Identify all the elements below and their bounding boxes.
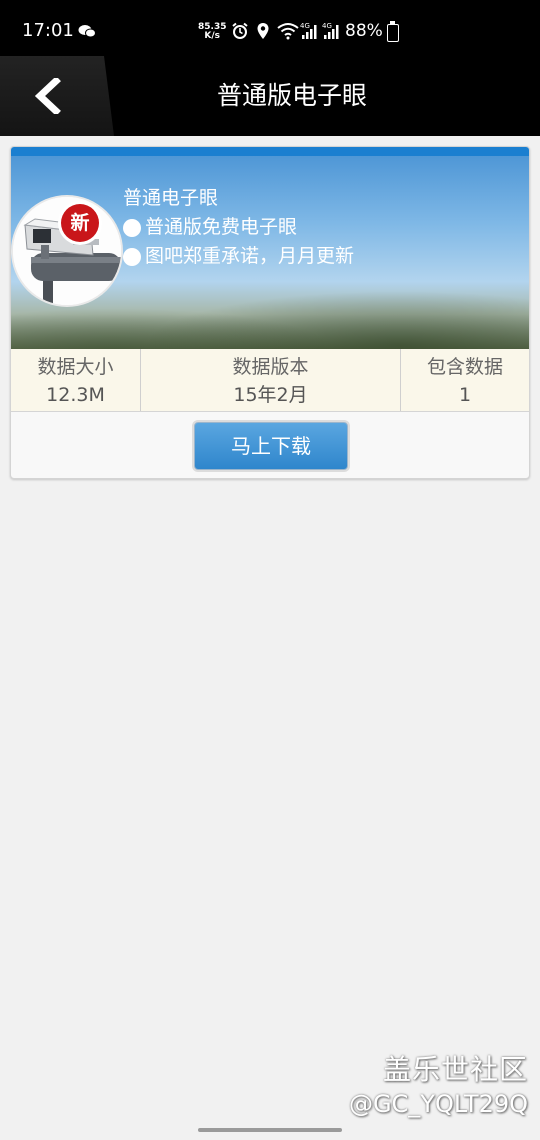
stat-contains: 包含数据 1 — [400, 349, 529, 411]
svg-text:4G: 4G — [322, 22, 332, 30]
gesture-nav-handle[interactable] — [198, 1128, 342, 1132]
signal-icon: 4G — [322, 22, 339, 39]
stat-label: 包含数据 — [426, 356, 503, 378]
stat-value: 15年2月 — [233, 384, 308, 406]
new-badge: 新 — [61, 204, 99, 242]
wifi-icon — [277, 23, 299, 40]
stat-value: 12.3M — [46, 384, 105, 406]
stat-label: 数据版本 — [232, 356, 309, 378]
banner-title: 普通电子眼 — [123, 187, 219, 209]
bullet-icon — [123, 247, 141, 266]
svg-text:4G: 4G — [300, 22, 310, 30]
battery-icon — [387, 21, 399, 42]
back-button[interactable] — [0, 56, 114, 136]
feature-line: 图吧郑重承诺，月月更新 — [123, 242, 354, 271]
data-stats: 数据大小 12.3M 数据版本 15年2月 包含数据 1 — [11, 349, 529, 412]
title-bar: 普通版电子眼 — [0, 56, 540, 136]
feature-line: 普通版免费电子眼 — [123, 213, 354, 242]
stat-version: 数据版本 15年2月 — [140, 349, 400, 411]
net-speed: 85.35 K/s — [198, 22, 227, 41]
alarm-icon — [232, 22, 248, 39]
banner-image: 新 普通电子眼 普通版免费电子眼 图吧郑重承诺，月月更新 — [11, 156, 529, 349]
map-data-card: 新 普通电子眼 普通版免费电子眼 图吧郑重承诺，月月更新 数据大小 12.3M … — [10, 146, 530, 479]
watermark-title: 盖乐世社区 — [382, 1053, 528, 1086]
stat-size: 数据大小 12.3M — [11, 349, 140, 411]
card-accent-bar — [11, 147, 529, 156]
banner-text: 普通电子眼 普通版免费电子眼 图吧郑重承诺，月月更新 — [123, 184, 354, 271]
location-icon — [257, 23, 269, 39]
chevron-left-icon — [34, 78, 61, 114]
signal-icon: 4G — [300, 22, 317, 39]
status-time: 17:01 — [22, 20, 74, 41]
bullet-icon — [123, 218, 141, 237]
page-title: 普通版电子眼 — [216, 81, 367, 110]
download-button[interactable]: 马上下载 — [194, 422, 348, 470]
battery-percent: 88% — [345, 21, 383, 41]
status-bar: 17:01 85.35 K/s 4G 4G 88% — [0, 0, 540, 56]
stat-label: 数据大小 — [37, 356, 114, 378]
wechat-icon — [78, 25, 96, 38]
watermark-handle: @GC_YQLT29Q — [348, 1090, 528, 1118]
stat-value: 1 — [458, 384, 472, 406]
